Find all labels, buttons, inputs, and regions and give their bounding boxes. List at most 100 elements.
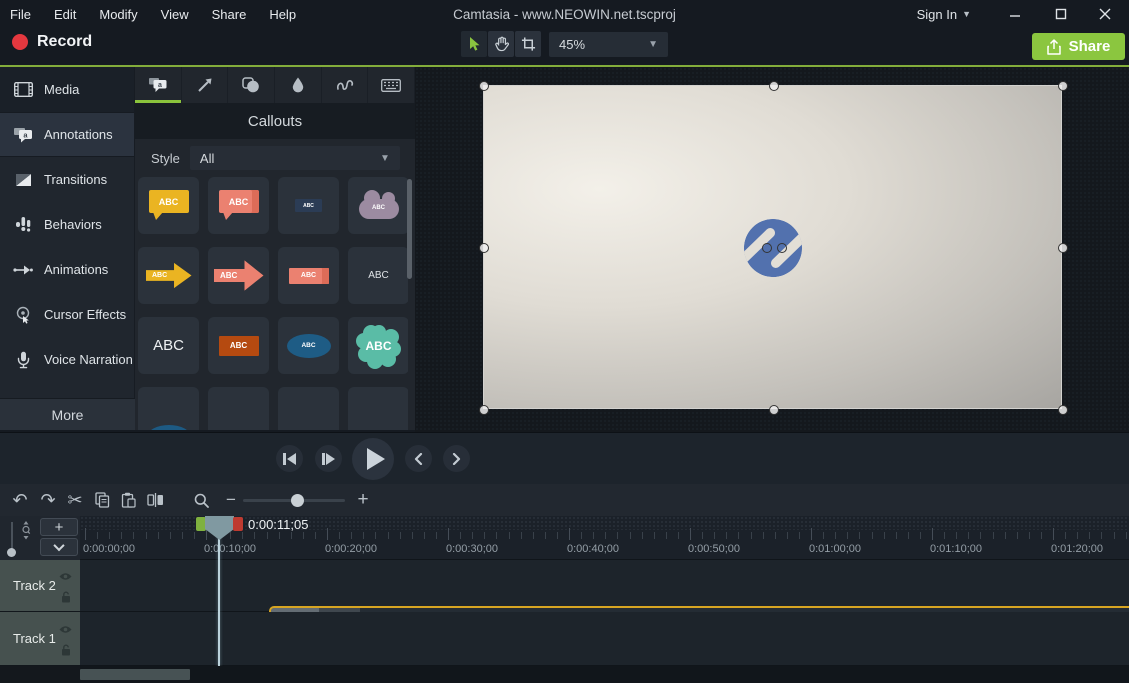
close-button[interactable] [1083, 0, 1127, 28]
resize-handle-sw[interactable] [479, 405, 489, 415]
callout-cloud-teal[interactable]: ABC [348, 317, 408, 374]
panel-scrollbar[interactable] [407, 179, 412, 279]
callout-rectangle-navy[interactable]: ABC [278, 177, 339, 234]
tab-shapes[interactable] [228, 67, 275, 103]
track-1-header[interactable]: Track 1 [0, 612, 80, 666]
resize-handle-n[interactable] [769, 81, 779, 91]
callout-arrow-coral[interactable]: ABC [208, 247, 269, 304]
track-visibility-toggle[interactable] [59, 572, 72, 581]
callout-rectangle-cream[interactable] [348, 387, 408, 430]
ruler-tick [484, 532, 485, 539]
timeline-header-controls: + [0, 516, 80, 560]
callout-speech-bubble-yellow[interactable]: ABC [138, 177, 199, 234]
ruler-tick [920, 532, 921, 539]
resize-handle-s[interactable] [769, 405, 779, 415]
center-anchor-handle[interactable] [762, 243, 772, 253]
menu-modify[interactable]: Modify [99, 7, 137, 22]
callout-arrow-teal-2[interactable] [278, 387, 339, 430]
callout-label: ABC [153, 337, 184, 354]
callout-ellipse-blue[interactable]: ABC [278, 317, 339, 374]
ruler-label: 0:00:30;00 [446, 543, 498, 555]
tab-arrows[interactable] [182, 67, 229, 103]
menu-share[interactable]: Share [212, 7, 247, 22]
track-lock-toggle[interactable] [61, 591, 71, 603]
previous-clip-button[interactable] [405, 445, 432, 472]
canvas-stage[interactable] [483, 85, 1062, 409]
tab-blur-highlight[interactable] [275, 67, 322, 103]
sidebar-item-behaviors[interactable]: Behaviors [0, 202, 134, 247]
crop-tool-button[interactable] [515, 31, 541, 57]
ruler-tick [146, 532, 147, 539]
resize-handle-e[interactable] [1058, 243, 1068, 253]
callout-rectangle-orange[interactable]: ABC [208, 317, 269, 374]
timeline-scrollbar-thumb[interactable] [80, 669, 190, 680]
resize-handle-nw[interactable] [479, 81, 489, 91]
cut-button[interactable]: ✂ [62, 484, 88, 516]
tab-callouts[interactable]: a [135, 67, 182, 103]
sidebar-item-animations[interactable]: Animations [0, 247, 134, 292]
canvas-zoom-dropdown[interactable]: 45% ▼ [549, 32, 668, 57]
sign-in-menu[interactable]: Sign In ▼ [917, 0, 971, 28]
timeline-zoom-button[interactable] [188, 484, 214, 516]
selection-in-handle[interactable] [196, 517, 206, 531]
track-2-header[interactable]: Track 2 [0, 560, 80, 612]
timeline-zoom-in-button[interactable]: + [352, 484, 374, 516]
redo-icon: ↷ [40, 491, 55, 509]
callout-text-plain-large[interactable]: ABC [138, 317, 199, 374]
track-lock-toggle[interactable] [61, 644, 71, 656]
tab-sketch-motion[interactable] [322, 67, 369, 103]
step-back-button[interactable] [276, 445, 303, 472]
timeline-scrollbar[interactable] [80, 666, 1129, 683]
share-button[interactable]: Share [1032, 33, 1125, 60]
callout-ellipse-blue-2[interactable] [138, 387, 199, 430]
pan-tool-button[interactable] [488, 31, 514, 57]
sidebar-item-transitions[interactable]: Transitions [0, 157, 134, 202]
minimize-button[interactable] [993, 0, 1037, 28]
next-clip-button[interactable] [443, 445, 470, 472]
sidebar-item-annotations[interactable]: a Annotations [0, 112, 134, 157]
style-dropdown[interactable]: All ▼ [190, 146, 400, 170]
menu-file[interactable]: File [10, 7, 31, 22]
resize-handle-w[interactable] [479, 243, 489, 253]
copy-button[interactable] [90, 484, 114, 516]
callout-shape [147, 425, 191, 430]
callout-rectangle-coral[interactable]: ABC [278, 247, 339, 304]
callout-cloud-purple[interactable]: ABC [348, 177, 408, 234]
play-button[interactable] [352, 438, 394, 480]
split-button[interactable] [142, 484, 168, 516]
selection-tool-button[interactable] [461, 31, 487, 57]
add-track-button[interactable]: + [40, 518, 78, 536]
selection-out-handle[interactable] [233, 517, 243, 531]
record-button[interactable]: Record [12, 33, 92, 51]
undo-button[interactable]: ↶ [8, 484, 32, 516]
track-1-lane[interactable] [80, 612, 1129, 666]
step-forward-button[interactable] [315, 445, 342, 472]
sidebar-item-cursor-effects[interactable]: Cursor Effects [0, 292, 134, 337]
redo-button[interactable]: ↷ [36, 484, 60, 516]
rotation-anchor-handle[interactable] [777, 243, 787, 253]
track-height-slider-thumb[interactable] [7, 548, 16, 557]
timeline-zoom-out-button[interactable]: − [220, 484, 242, 516]
menu-view[interactable]: View [161, 7, 189, 22]
tab-keystroke[interactable] [368, 67, 415, 103]
callout-speech-bubble-coral[interactable]: ABC [208, 177, 269, 234]
ruler-tick [702, 532, 703, 539]
resize-handle-ne[interactable] [1058, 81, 1068, 91]
collapse-tracks-button[interactable] [40, 538, 78, 556]
menu-edit[interactable]: Edit [54, 7, 76, 22]
maximize-button[interactable] [1039, 0, 1083, 28]
callout-text-plain[interactable]: ABC [348, 247, 408, 304]
sidebar-more-button[interactable]: More [0, 398, 135, 430]
sidebar-item-label: Annotations [44, 127, 113, 142]
track-visibility-toggle[interactable] [59, 625, 72, 634]
sidebar-item-voice-narration[interactable]: Voice Narration [0, 337, 134, 382]
paste-button[interactable] [116, 484, 140, 516]
callout-arrow-blue-2[interactable] [208, 387, 269, 430]
timeline-zoom-slider-thumb[interactable] [291, 494, 304, 507]
callout-arrow-yellow[interactable]: ABC [138, 247, 199, 304]
close-icon [1099, 8, 1111, 20]
resize-handle-se[interactable] [1058, 405, 1068, 415]
track-2-lane[interactable]: www.NEOWIN.net [80, 560, 1129, 612]
sidebar-item-media[interactable]: Media [0, 67, 134, 112]
menu-help[interactable]: Help [269, 7, 296, 22]
